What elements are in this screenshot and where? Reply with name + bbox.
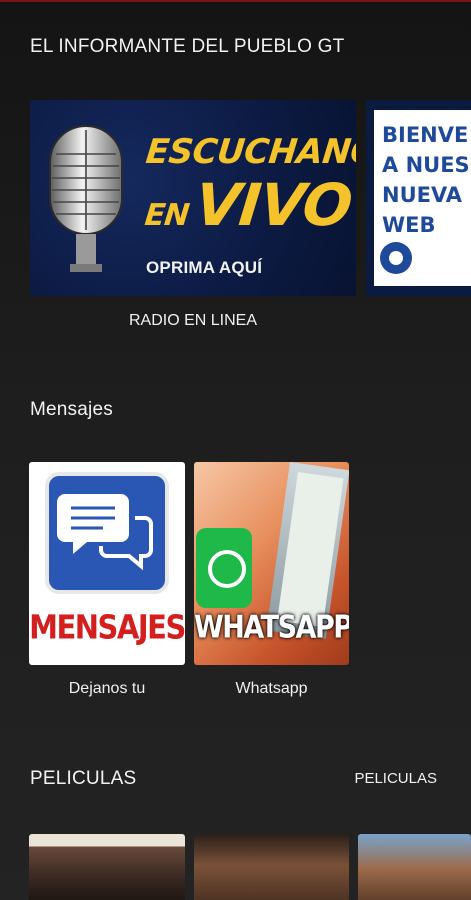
- whatsapp-item-label: Whatsapp: [235, 680, 308, 697]
- radio-banner-line2-small: EN: [143, 198, 191, 233]
- mensajes-tile-text: MENSAJES: [29, 607, 185, 647]
- movie-poster-3[interactable]: [358, 834, 471, 900]
- radio-banner-line2-big: VIVO: [192, 171, 355, 239]
- mensajes-item-label: Dejanos tu: [68, 680, 146, 697]
- whatsapp-icon: [196, 528, 252, 608]
- radio-item-label: RADIO EN LINEA: [128, 312, 258, 329]
- whatsapp-tile[interactable]: WHATSAPP: [194, 462, 349, 665]
- movie-poster-1[interactable]: [29, 834, 185, 900]
- mensajes-tile[interactable]: MENSAJES: [29, 462, 185, 665]
- radio-banner-line2: ENVIVO: [143, 171, 355, 239]
- web-banner-text: BIENVE A NUES NUEVA WEB: [382, 123, 470, 237]
- top-accent-line: [0, 0, 471, 2]
- movie-poster-2[interactable]: [194, 834, 349, 900]
- radio-banner-line3: OPRIMA AQUÍ: [146, 258, 263, 277]
- radio-banner[interactable]: ESCUCHANOS ENVIVO OPRIMA AQUÍ: [30, 100, 356, 296]
- chat-bubbles-icon: [45, 472, 169, 594]
- whatsapp-tile-text: WHATSAPP: [194, 609, 349, 646]
- section-title-mensajes: Mensajes: [30, 399, 113, 420]
- web-banner[interactable]: BIENVE A NUES NUEVA WEB: [366, 100, 471, 296]
- web-logo-icon: [380, 242, 412, 274]
- peliculas-see-all-link[interactable]: PELICULAS: [354, 770, 437, 787]
- section-title-peliculas: PELICULAS: [30, 768, 137, 789]
- microphone-icon: [49, 125, 123, 272]
- section-title-radio: EL INFORMANTE DEL PUEBLO GT: [30, 36, 345, 57]
- radio-banner-line1: ESCUCHANOS: [143, 132, 356, 172]
